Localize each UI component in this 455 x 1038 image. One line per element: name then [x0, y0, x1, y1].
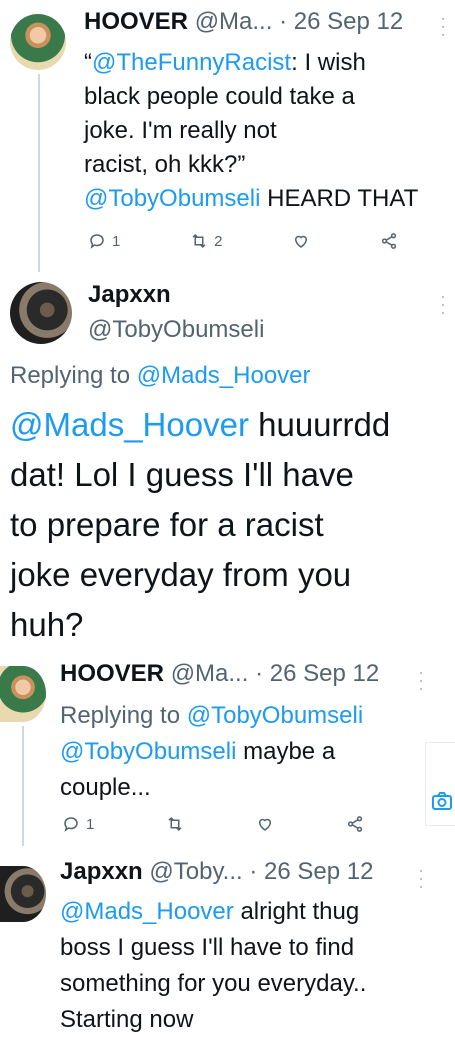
body-text: HEARD THAT	[267, 185, 419, 212]
body-text: something for you everyday..	[60, 970, 367, 997]
reply-icon	[90, 234, 104, 249]
tweet-body: Replying to @TobyObumseli @TobyObumseli …	[60, 698, 363, 806]
camera-button[interactable]	[425, 742, 455, 826]
retweet-count: 2	[214, 232, 223, 250]
body-text: racist, oh kkk?”	[84, 151, 246, 178]
tweet-body: @Mads_Hoover alright thug boss I guess I…	[60, 894, 366, 1038]
tweet-date[interactable]: · 26 Sep 12	[279, 8, 403, 35]
retweet-icon	[168, 816, 182, 832]
body-text: joke. I'm really not	[84, 117, 277, 144]
replying-mention[interactable]: @TobyObumseli	[187, 702, 363, 729]
body-text: to prepare for a racist	[10, 506, 324, 543]
reply-button[interactable]: 1	[88, 232, 120, 250]
mention-link[interactable]: @Mads_Hoover	[60, 898, 234, 925]
avatar-japxxn[interactable]	[0, 866, 46, 922]
more-vertical-icon[interactable]: · · ·	[440, 9, 446, 43]
body-text: alright thug	[240, 898, 360, 925]
display-name[interactable]: Japxxn	[60, 858, 143, 885]
avatar-hoover[interactable]	[10, 14, 66, 70]
replying-label: Replying to	[60, 702, 181, 729]
thread-line	[38, 74, 40, 272]
body-text: maybe a	[243, 738, 336, 765]
mention-link[interactable]: @TobyObumseli	[84, 185, 260, 212]
avatar-hoover[interactable]	[0, 666, 46, 722]
body-text: couple...	[60, 774, 151, 801]
user-handle[interactable]: @TobyObumseli	[88, 316, 264, 344]
body-text: huuurrdd	[258, 406, 391, 443]
tweet-actions: 1	[62, 815, 364, 833]
body-text: black people could take a	[84, 83, 355, 110]
retweet-button[interactable]: 2	[190, 232, 222, 250]
share-icon	[381, 233, 397, 249]
camera-icon	[432, 792, 452, 810]
like-button[interactable]	[256, 815, 274, 833]
body-text: Starting now	[60, 1006, 194, 1033]
body-text: boss I guess I'll have to find	[60, 934, 355, 961]
tweet-body: “@TheFunnyRacist: I wish black people co…	[84, 46, 418, 216]
tweet-header: HOOVER @Ma... · 26 Sep 12	[84, 8, 403, 36]
tweet-actions: 1 2	[88, 232, 398, 250]
replying-label: Replying to	[10, 362, 131, 389]
mention-link[interactable]: @Mads_Hoover	[10, 406, 249, 443]
heart-icon	[259, 818, 272, 831]
body-text: dat! Lol I guess I'll have	[10, 456, 354, 493]
body-text: joke everyday from you	[10, 556, 352, 593]
like-button[interactable]	[292, 232, 310, 250]
share-button[interactable]	[346, 815, 364, 833]
share-button[interactable]	[380, 232, 398, 250]
body-text: : I wish	[291, 49, 366, 76]
quote-mark: “	[84, 49, 92, 76]
tweet-date[interactable]: · 26 Sep 12	[255, 660, 379, 687]
reply-count: 1	[112, 232, 121, 250]
reply-button[interactable]: 1	[62, 815, 94, 833]
share-icon	[347, 816, 363, 832]
author-name: Japxxn	[88, 281, 171, 309]
display-name[interactable]: HOOVER	[84, 8, 188, 35]
user-handle[interactable]: @Ma...	[171, 660, 249, 687]
thread-line	[22, 726, 24, 846]
avatar-japxxn[interactable]	[10, 282, 72, 344]
display-name[interactable]: Japxxn	[88, 281, 171, 308]
mention-link[interactable]: @TheFunnyRacist	[92, 49, 291, 76]
replying-mention[interactable]: @Mads_Hoover	[137, 362, 311, 389]
tweet-body-large: @Mads_Hoover huuurrdd dat! Lol I guess I…	[10, 400, 390, 650]
reply-icon	[64, 817, 78, 832]
tweet-date[interactable]: · 26 Sep 12	[249, 858, 373, 885]
mention-link[interactable]: @TobyObumseli	[60, 738, 236, 765]
reply-count: 1	[86, 815, 95, 833]
retweet-icon	[192, 233, 206, 249]
more-vertical-icon[interactable]: · · ·	[418, 861, 424, 895]
replying-to: Replying to @Mads_Hoover	[10, 362, 311, 390]
display-name[interactable]: HOOVER	[60, 660, 164, 687]
tweet-header: HOOVER @Ma... · 26 Sep 12	[60, 660, 379, 688]
user-handle[interactable]: @Toby...	[149, 858, 242, 885]
retweet-button[interactable]	[166, 815, 184, 833]
user-handle[interactable]: @Ma...	[195, 8, 273, 35]
body-text: huh?	[10, 606, 84, 643]
more-vertical-icon[interactable]: · · ·	[418, 663, 424, 697]
tweet-header: Japxxn @Toby... · 26 Sep 12	[60, 858, 373, 886]
more-vertical-icon[interactable]: · · ·	[440, 287, 446, 321]
heart-icon	[295, 235, 308, 248]
